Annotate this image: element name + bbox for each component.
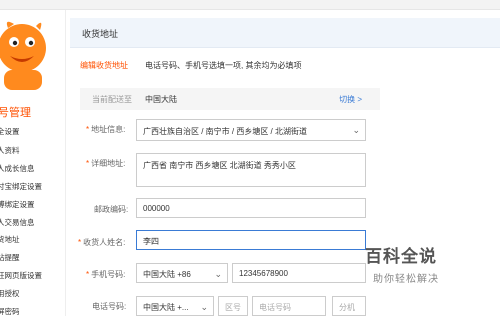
detail-address-value: 广西省 南宁市 西乡塘区 北湖街道 秀秀小区 bbox=[143, 161, 296, 170]
area-code-placeholder: 区号 bbox=[225, 303, 241, 312]
mobile-number-value: 12345678900 bbox=[239, 269, 288, 278]
address-region-select[interactable]: 广西壮族自治区 / 南宁市 / 西乡塘区 / 北湖街道 ⌄ bbox=[136, 119, 366, 141]
recipient-name-value: 李四 bbox=[143, 237, 159, 246]
postal-code-value: 000000 bbox=[143, 204, 170, 213]
sidebar-item-profile[interactable]: 人资料 bbox=[0, 145, 20, 156]
postal-code-input[interactable]: 000000 bbox=[136, 198, 366, 218]
section-header: 收货地址 bbox=[70, 18, 500, 48]
chevron-down-icon: ⌄ bbox=[200, 302, 208, 312]
region-switch-link[interactable]: 切换 > bbox=[339, 94, 362, 105]
watermark-title: 百科全说 bbox=[365, 247, 437, 266]
recipient-name-input[interactable]: 李四 bbox=[136, 230, 366, 250]
watermark: 百科全说 助你轻松解决 bbox=[365, 242, 495, 292]
mobile-label: * 手机号码: bbox=[86, 270, 126, 279]
phone-label: 电话号码: bbox=[92, 302, 127, 311]
mobile-country-select[interactable]: 中国大陆 +86 ⌄ bbox=[136, 263, 228, 283]
sidebar-item-trade-info[interactable]: 人交易信息 bbox=[0, 217, 35, 228]
sidebar-item-screen-password[interactable]: 屏密码 bbox=[0, 306, 20, 316]
phone-country-select[interactable]: 中国大陆 +... ⌄ bbox=[136, 296, 214, 316]
sidebar-item-shipping-address[interactable]: 货地址 bbox=[0, 234, 20, 245]
sidebar-item-site-reminder[interactable]: 站提醒 bbox=[0, 252, 20, 263]
browser-top-strip bbox=[0, 0, 500, 10]
form-tip: 电话号码、手机号选填一项, 其余均为必填项 bbox=[145, 61, 302, 70]
chevron-down-icon: ⌄ bbox=[352, 125, 360, 135]
edit-address-tab[interactable]: 编辑收货地址 bbox=[80, 60, 128, 71]
area-code-input[interactable]: 区号 bbox=[218, 296, 248, 316]
avatar bbox=[0, 18, 52, 90]
section-title: 收货地址 bbox=[82, 29, 119, 39]
extension-input[interactable]: 分机 bbox=[332, 296, 366, 316]
extension-placeholder: 分机 bbox=[339, 303, 355, 312]
sidebar-item-app-authorization[interactable]: 用授权 bbox=[0, 288, 20, 299]
sidebar-title: 号管理 bbox=[0, 107, 31, 119]
mobile-number-input[interactable]: 12345678900 bbox=[232, 263, 366, 283]
phone-number-placeholder: 电话号码 bbox=[259, 303, 291, 312]
detail-address-label: * 详细地址: bbox=[86, 159, 126, 168]
postal-code-label: 邮政编码: bbox=[94, 205, 129, 214]
region-value: 中国大陆 bbox=[145, 95, 177, 104]
detail-address-textarea[interactable]: 广西省 南宁市 西乡塘区 北湖街道 秀秀小区 bbox=[136, 153, 366, 187]
region-label: 当前配送至 bbox=[92, 95, 132, 104]
address-info-label: * 地址信息: bbox=[86, 125, 126, 134]
mobile-country-value: 中国大陆 +86 bbox=[143, 270, 191, 279]
sidebar-item-alipay-binding[interactable]: 付宝绑定设置 bbox=[0, 181, 42, 192]
chevron-down-icon: ⌄ bbox=[214, 269, 222, 279]
phone-country-value: 中国大陆 +... bbox=[143, 303, 189, 312]
sidebar-item-growth-info[interactable]: 人成长信息 bbox=[0, 163, 35, 174]
sidebar-item-weibo-binding[interactable]: 博绑定设置 bbox=[0, 199, 35, 210]
sidebar-item-account-settings[interactable]: 全设置 bbox=[0, 126, 20, 137]
sidebar: 号管理 全设置 人资料 人成长信息 付宝绑定设置 博绑定设置 人交易信息 货地址… bbox=[0, 10, 60, 316]
watermark-subtitle: 助你轻松解决 bbox=[373, 274, 439, 285]
sidebar-item-wangwang-web[interactable]: 旺网页版设置 bbox=[0, 270, 42, 281]
phone-number-input[interactable]: 电话号码 bbox=[252, 296, 326, 316]
delivery-region-row: 当前配送至 中国大陆 切换 > bbox=[80, 88, 380, 110]
recipient-name-label: * 收货人姓名: bbox=[78, 238, 126, 247]
address-region-value: 广西壮族自治区 / 南宁市 / 西乡塘区 / 北湖街道 bbox=[143, 127, 308, 136]
content-divider bbox=[65, 10, 66, 316]
